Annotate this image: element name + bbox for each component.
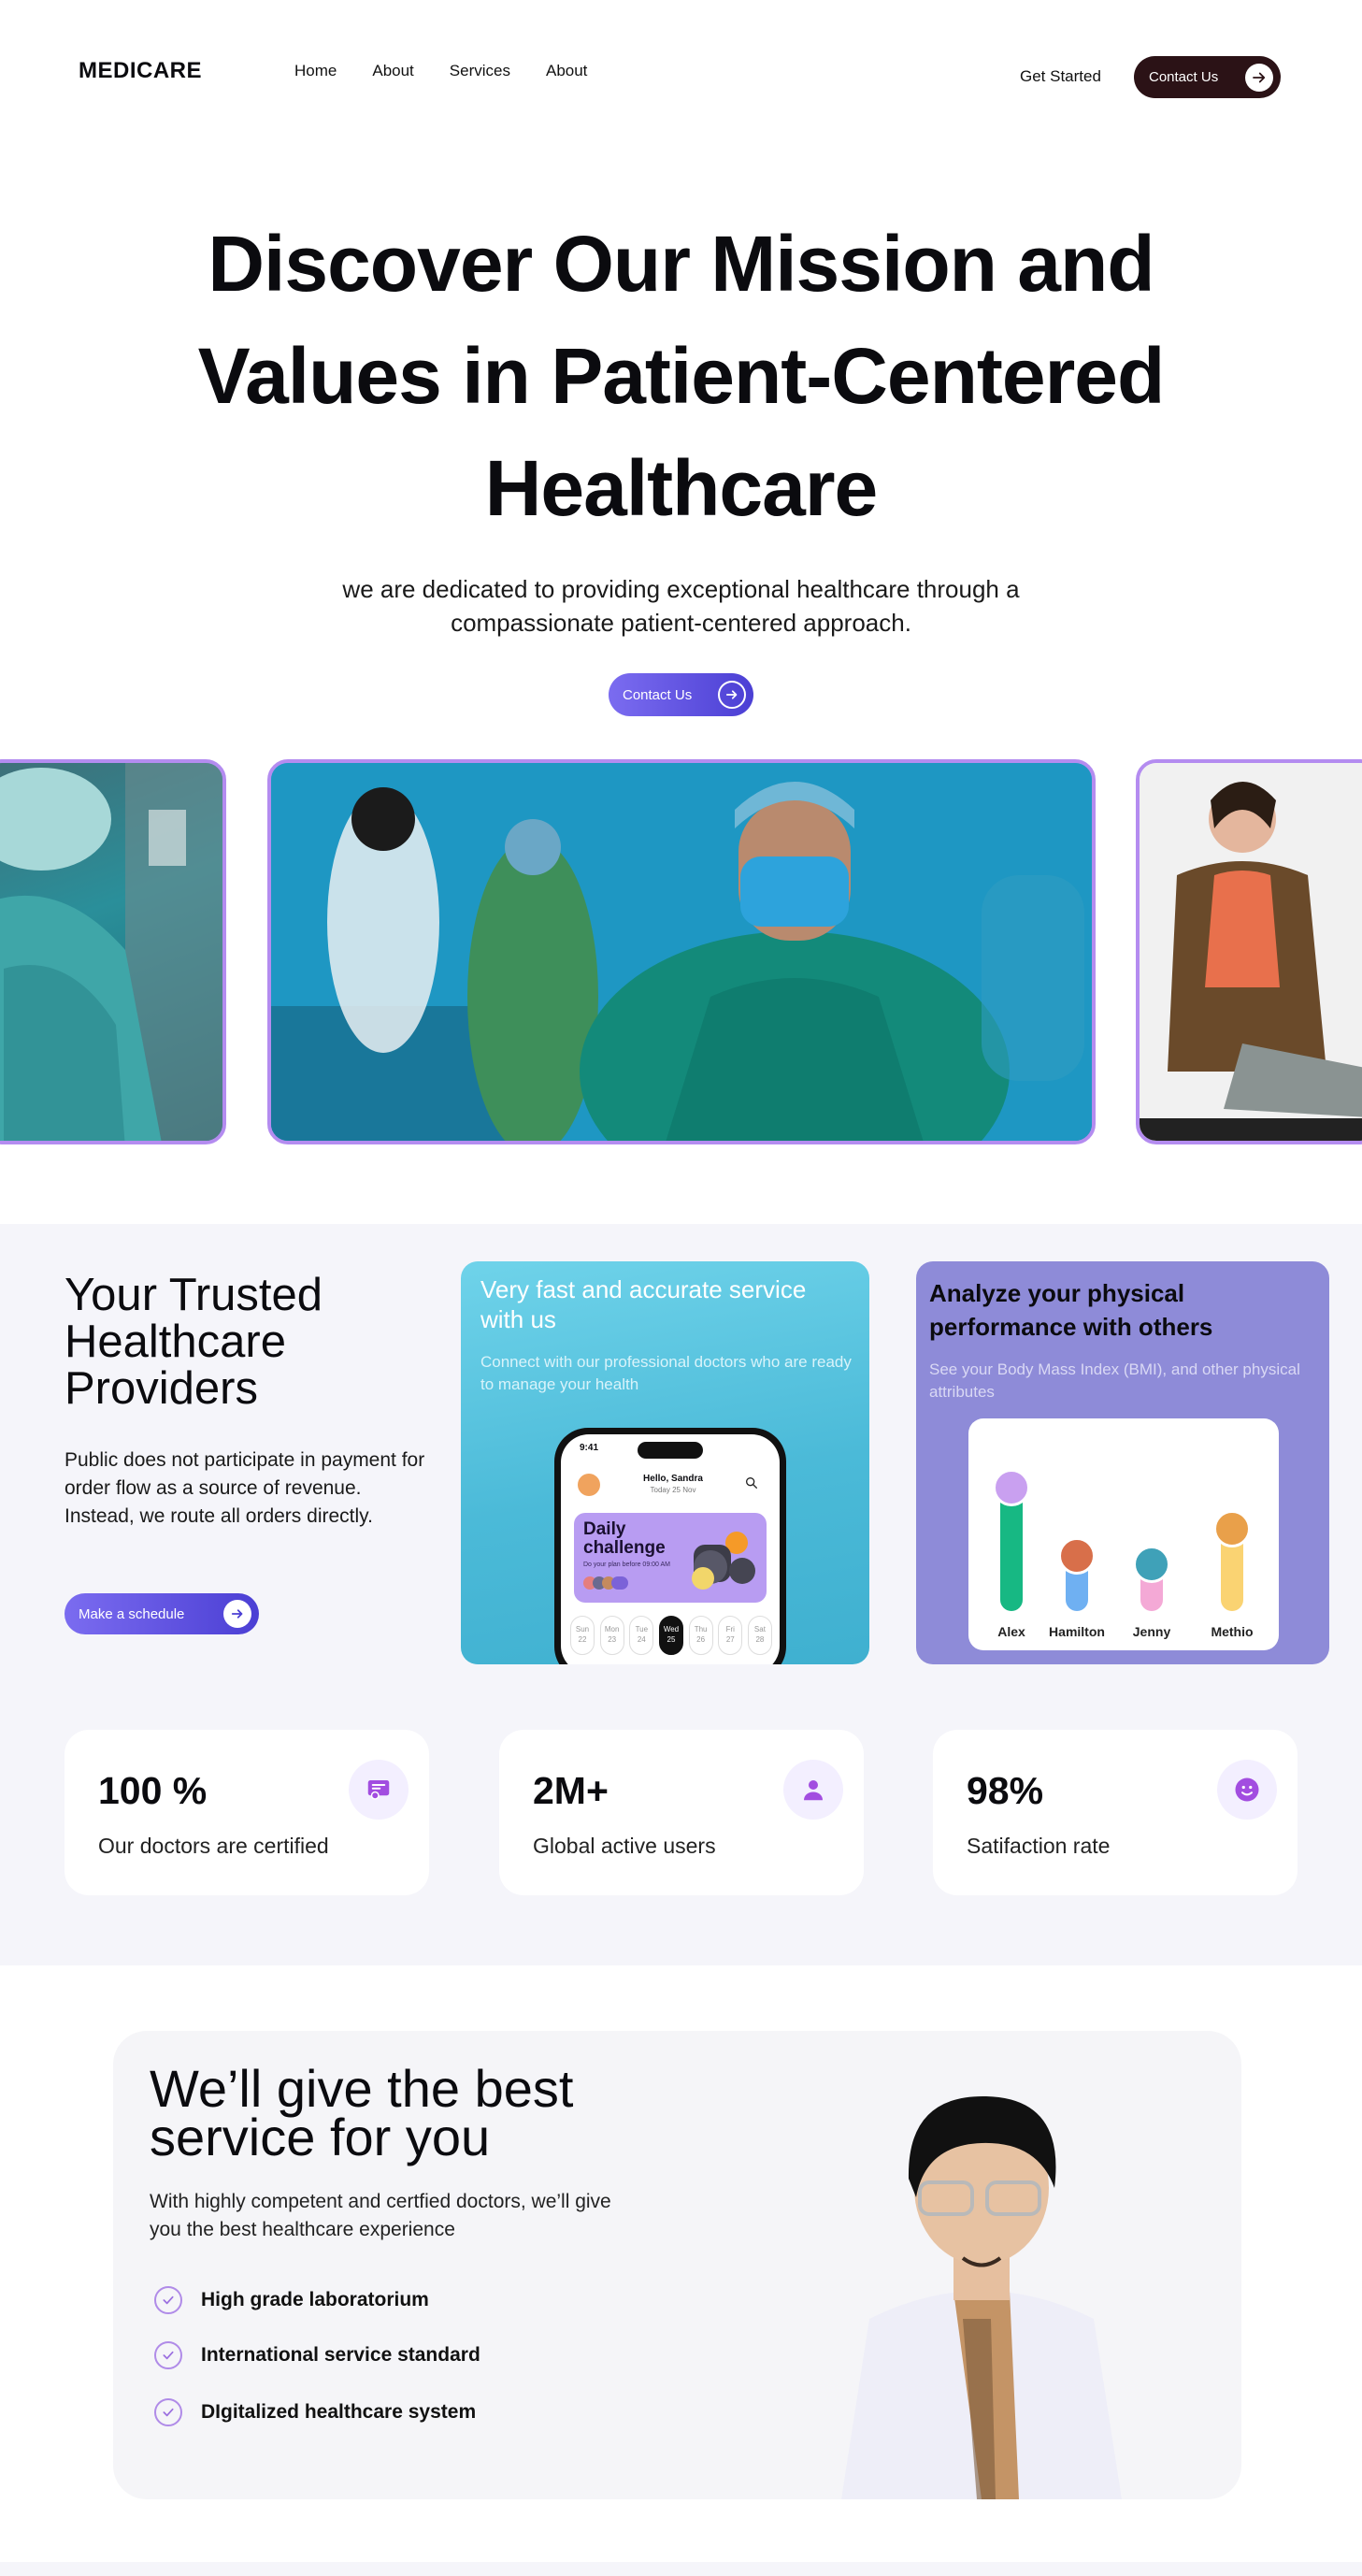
hero-subtitle: we are dedicated to providing exceptiona… [342,575,1020,637]
nav-link-about[interactable]: About [372,62,413,80]
get-started-link[interactable]: Get Started [1020,67,1101,86]
stat-value: 2M+ [533,1769,609,1812]
service-card-title: Very fast and accurate service with us [480,1275,807,1333]
stat-card-satisfaction: 98% Satifaction rate [933,1730,1297,1895]
user-icon [783,1760,843,1820]
check-icon [154,2341,182,2369]
nav-contact-button[interactable]: Contact Us [1134,56,1281,98]
smiling-patient-illustration [1140,763,1362,1141]
avatar [578,1474,600,1496]
service-card: Very fast and accurate service with us C… [461,1261,869,1664]
hero-contact-label: Contact Us [623,686,693,703]
week-day-picker: Sun 22 Mon 23 Tue 24 Wed 25 Thu 26 Fri 27 Sat 2… [570,1616,772,1655]
bmi-bar-label: Methio [1211,1624,1254,1639]
day-thu[interactable]: Thu 26 [688,1616,713,1655]
doctor-portrait-illustration [841,2095,1122,2499]
best-service-title: We’ll give the best service for you [150,2059,574,2166]
stat-label: Our doctors are certified [98,1834,329,1858]
nav-contact-label: Contact Us [1149,69,1219,85]
hero-title: Discover Our Mission and Values in Patie… [197,220,1166,532]
check-icon [154,2286,182,2314]
bmi-bar-label: Hamilton [1049,1624,1105,1639]
challenge-subtitle: Do your plan before 09:00 AM [583,1561,671,1568]
bmi-card: Analyze your physical performance with o… [916,1261,1329,1664]
day-sun[interactable]: Sun 22 [570,1616,595,1655]
top-navigation: MEDICARE Home About Services About Get S… [0,0,1362,150]
phone-screen: 9:41 Hello, Sandra Today 25 Nov Daily ch… [561,1434,780,1664]
search-icon[interactable] [744,1475,759,1490]
arrow-right-icon [718,681,746,709]
make-schedule-label: Make a schedule [79,1605,185,1622]
avatar [1133,1546,1170,1583]
stat-value: 98% [967,1769,1044,1812]
feature-item-digitalized-system: DIgitalized healthcare system [154,2398,476,2426]
bmi-card-description: See your Body Mass Index (BMI), and othe… [929,1360,1300,1401]
challenge-3d-shapes-icon [692,1532,755,1590]
stat-card-certified: 100 % Our doctors are certified [65,1730,429,1895]
stat-label: Satifaction rate [967,1834,1111,1858]
footer-strip [0,2562,1362,2576]
nav-links: Home About Services About [294,62,587,80]
daily-challenge-card[interactable]: Daily challenge Do your plan before 09:0… [574,1513,767,1603]
day-tue[interactable]: Tue 24 [629,1616,654,1655]
challenge-title: Daily challenge [583,1519,666,1558]
stat-label: Global active users [533,1834,716,1858]
more-participants-badge [611,1576,628,1590]
arrow-right-icon [1245,63,1273,92]
certificate-icon [349,1760,409,1820]
arrow-right-icon [223,1600,251,1628]
stat-value: 100 % [98,1769,208,1812]
bmi-bar-label: Jenny [1132,1624,1171,1639]
phone-date: Today 25 Nov [650,1486,696,1494]
feature-item-international-standard: International service standard [154,2341,480,2369]
avatar [993,1469,1030,1506]
doctor-operating-room-illustration [271,763,1092,1141]
phone-notch [638,1442,703,1459]
day-fri[interactable]: Fri 27 [718,1616,743,1655]
avatar [1058,1537,1096,1575]
phone-mockup: 9:41 Hello, Sandra Today 25 Nov Daily ch… [554,1428,786,1664]
carousel-image-surgeon[interactable] [0,759,226,1144]
stat-card-users: 2M+ Global active users [499,1730,864,1895]
nav-link-home[interactable]: Home [294,62,337,80]
bmi-bar-label: Alex [997,1624,1025,1639]
trusted-title: Your Trusted Healthcare Providers [65,1270,323,1414]
check-icon [154,2398,182,2426]
carousel-image-doctor-main[interactable] [267,759,1096,1144]
phone-time: 9:41 [580,1443,599,1453]
avatar [1213,1510,1251,1547]
phone-greeting: Hello, Sandra [643,1474,703,1484]
day-sat[interactable]: Sat 28 [747,1616,772,1655]
trusted-description: Public does not participate in payment f… [65,1449,425,1527]
surgeon-illustration [0,763,222,1141]
brand-logo[interactable]: MEDICARE [79,58,202,84]
carousel-image-patient[interactable] [1136,759,1362,1144]
service-card-description: Connect with our professional doctors wh… [480,1353,852,1393]
nav-link-about-2[interactable]: About [546,62,587,80]
nav-link-services[interactable]: Services [450,62,510,80]
day-wed[interactable]: Wed 25 [658,1616,683,1655]
best-service-description: With highly competent and certfied docto… [150,2191,611,2240]
feature-item-laboratorium: High grade laboratorium [154,2286,429,2314]
bmi-card-title: Analyze your physical performance with o… [929,1279,1213,1341]
day-mon[interactable]: Mon 23 [599,1616,624,1655]
hero-contact-button[interactable]: Contact Us [609,673,753,716]
make-schedule-button[interactable]: Make a schedule [65,1593,259,1634]
smile-icon [1217,1760,1277,1820]
bmi-comparison-chart: Alex Hamilton Jenny Methio [968,1418,1279,1650]
